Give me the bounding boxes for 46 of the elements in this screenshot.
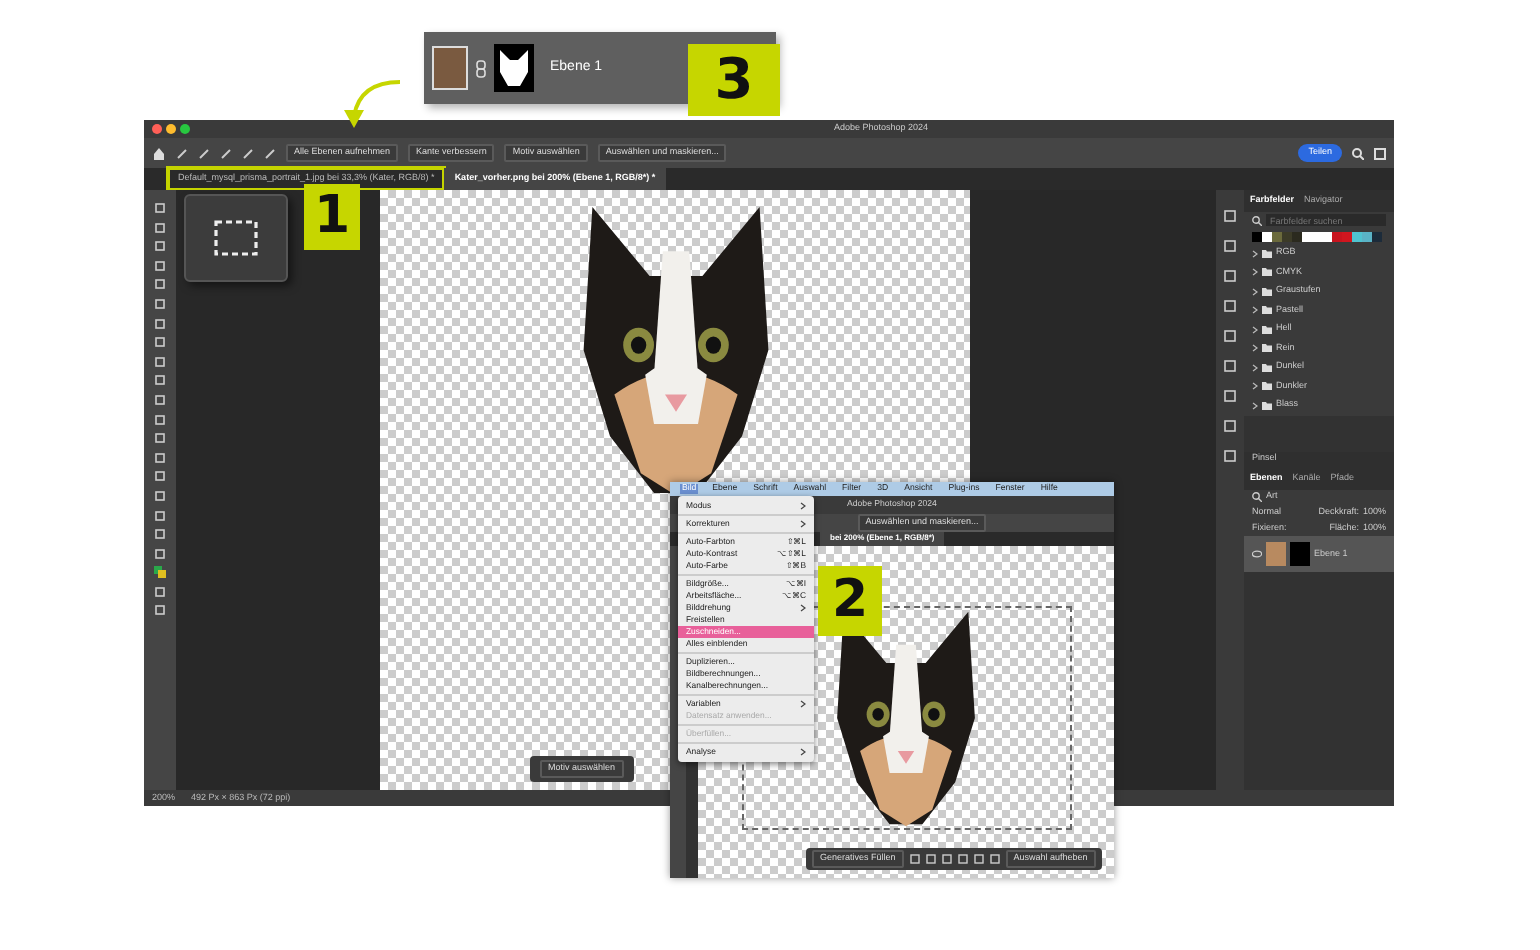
color-swatch[interactable] — [1342, 231, 1352, 242]
panel-icon[interactable] — [1224, 240, 1236, 252]
search-icon[interactable] — [1352, 147, 1364, 159]
panel-icon[interactable] — [1224, 270, 1236, 282]
rectangle-marquee-icon — [214, 220, 258, 256]
color-swatch[interactable] — [1322, 231, 1332, 242]
color-swatch[interactable] — [1302, 231, 1312, 242]
color-swatch[interactable] — [1372, 231, 1382, 242]
panel-icon[interactable] — [1224, 420, 1236, 432]
panel-icon[interactable] — [1224, 450, 1236, 462]
curved-arrow-icon — [344, 76, 404, 128]
color-swatch[interactable] — [1262, 231, 1272, 242]
chevron-icon[interactable] — [1252, 325, 1258, 334]
home-icon[interactable] — [152, 146, 166, 160]
chevron-icon[interactable] — [1252, 382, 1258, 391]
color-swatch[interactable] — [1292, 231, 1302, 242]
layer-thumbnail — [432, 46, 468, 90]
eye-icon[interactable] — [1252, 550, 1262, 559]
panel-icon[interactable] — [1224, 390, 1236, 402]
link-icon — [476, 59, 486, 77]
mask-thumbnail — [1290, 542, 1310, 567]
color-swatch[interactable] — [1332, 231, 1342, 242]
search-icon — [1252, 215, 1262, 226]
panel-icon[interactable] — [1224, 330, 1236, 342]
color-swatch[interactable] — [1282, 231, 1292, 242]
chevron-icon[interactable] — [1252, 249, 1258, 258]
search-icon — [1252, 492, 1262, 503]
color-swatch[interactable] — [1362, 231, 1372, 242]
layer-thumbnail — [1266, 542, 1286, 567]
color-swatch[interactable] — [1352, 231, 1362, 242]
chevron-icon[interactable] — [1252, 306, 1258, 315]
color-swatch[interactable] — [1272, 231, 1282, 242]
panel-icon[interactable] — [1224, 300, 1236, 312]
chevron-icon[interactable] — [1252, 344, 1258, 353]
layout-icon[interactable] — [1374, 147, 1386, 159]
chevron-icon[interactable] — [1252, 268, 1258, 277]
chevron-icon[interactable] — [1252, 401, 1258, 410]
panel-icon[interactable] — [1224, 360, 1236, 372]
mask-thumbnail — [494, 44, 534, 92]
color-swatch[interactable] — [1252, 231, 1262, 242]
callout-number: 2 — [818, 566, 882, 636]
callout-number: 3 — [688, 44, 780, 116]
panel-icon[interactable] — [1224, 210, 1236, 222]
chevron-icon[interactable] — [1252, 363, 1258, 372]
callout-number: 1 — [304, 184, 360, 250]
chevron-icon[interactable] — [1252, 287, 1258, 296]
